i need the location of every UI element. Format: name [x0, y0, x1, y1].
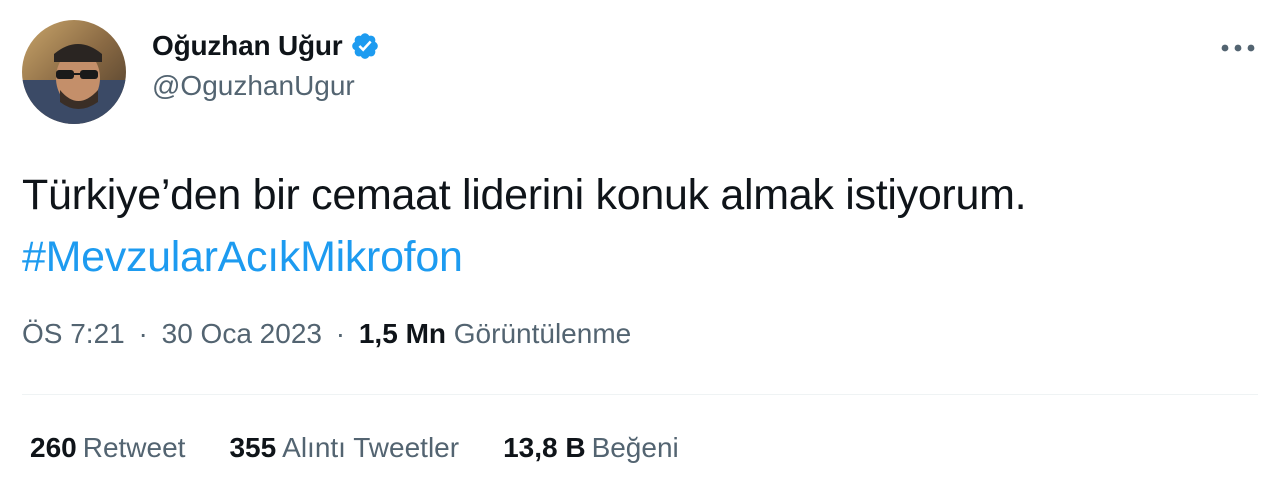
divider — [22, 394, 1258, 395]
tweet-card: Oğuzhan Uğur @OguzhanUgur Türkiye’den bi… — [0, 0, 1280, 495]
views-count[interactable]: 1,5 Mn — [359, 318, 446, 349]
likes-label: Beğeni — [591, 432, 679, 463]
tweet-time[interactable]: ÖS 7:21 — [22, 318, 125, 349]
verified-badge-icon[interactable] — [350, 31, 380, 61]
avatar[interactable] — [22, 20, 126, 124]
avatar-image — [22, 20, 126, 124]
meta-separator: · — [335, 318, 346, 349]
handle[interactable]: @OguzhanUgur — [152, 70, 380, 102]
display-name[interactable]: Oğuzhan Uğur — [152, 30, 343, 62]
quotes-stat[interactable]: 355 Alıntı Tweetler — [229, 432, 459, 464]
name-row: Oğuzhan Uğur — [152, 28, 380, 64]
likes-count: 13,8 B — [503, 432, 586, 463]
author-info: Oğuzhan Uğur @OguzhanUgur — [152, 28, 380, 102]
hashtag-link[interactable]: #MevzularAcıkMikrofon — [22, 226, 463, 288]
retweets-count: 260 — [30, 432, 77, 463]
likes-stat[interactable]: 13,8 B Beğeni — [503, 432, 679, 464]
tweet-text-line: Türkiye’den bir cemaat liderini konuk al… — [22, 171, 1027, 219]
tweet-date[interactable]: 30 Oca 2023 — [162, 318, 322, 349]
views-label[interactable]: Görüntülenme — [454, 318, 631, 349]
tweet-text: Türkiye’den bir cemaat liderini konuk al… — [22, 164, 1262, 288]
quotes-count: 355 — [229, 432, 277, 463]
retweets-stat[interactable]: 260 Retweet — [30, 432, 185, 464]
tweet-stats: 260 Retweet 355 Alıntı Tweetler 13,8 B Beğe… — [30, 432, 723, 464]
retweets-label: Retweet — [82, 432, 186, 463]
tweet-meta: ÖS 7:21 · 30 Oca 2023 · 1,5 Mn Görüntüle… — [22, 318, 631, 350]
quotes-label: Alıntı Tweetler — [282, 432, 460, 463]
meta-separator: · — [138, 318, 148, 349]
more-options-icon[interactable] — [1218, 28, 1258, 68]
